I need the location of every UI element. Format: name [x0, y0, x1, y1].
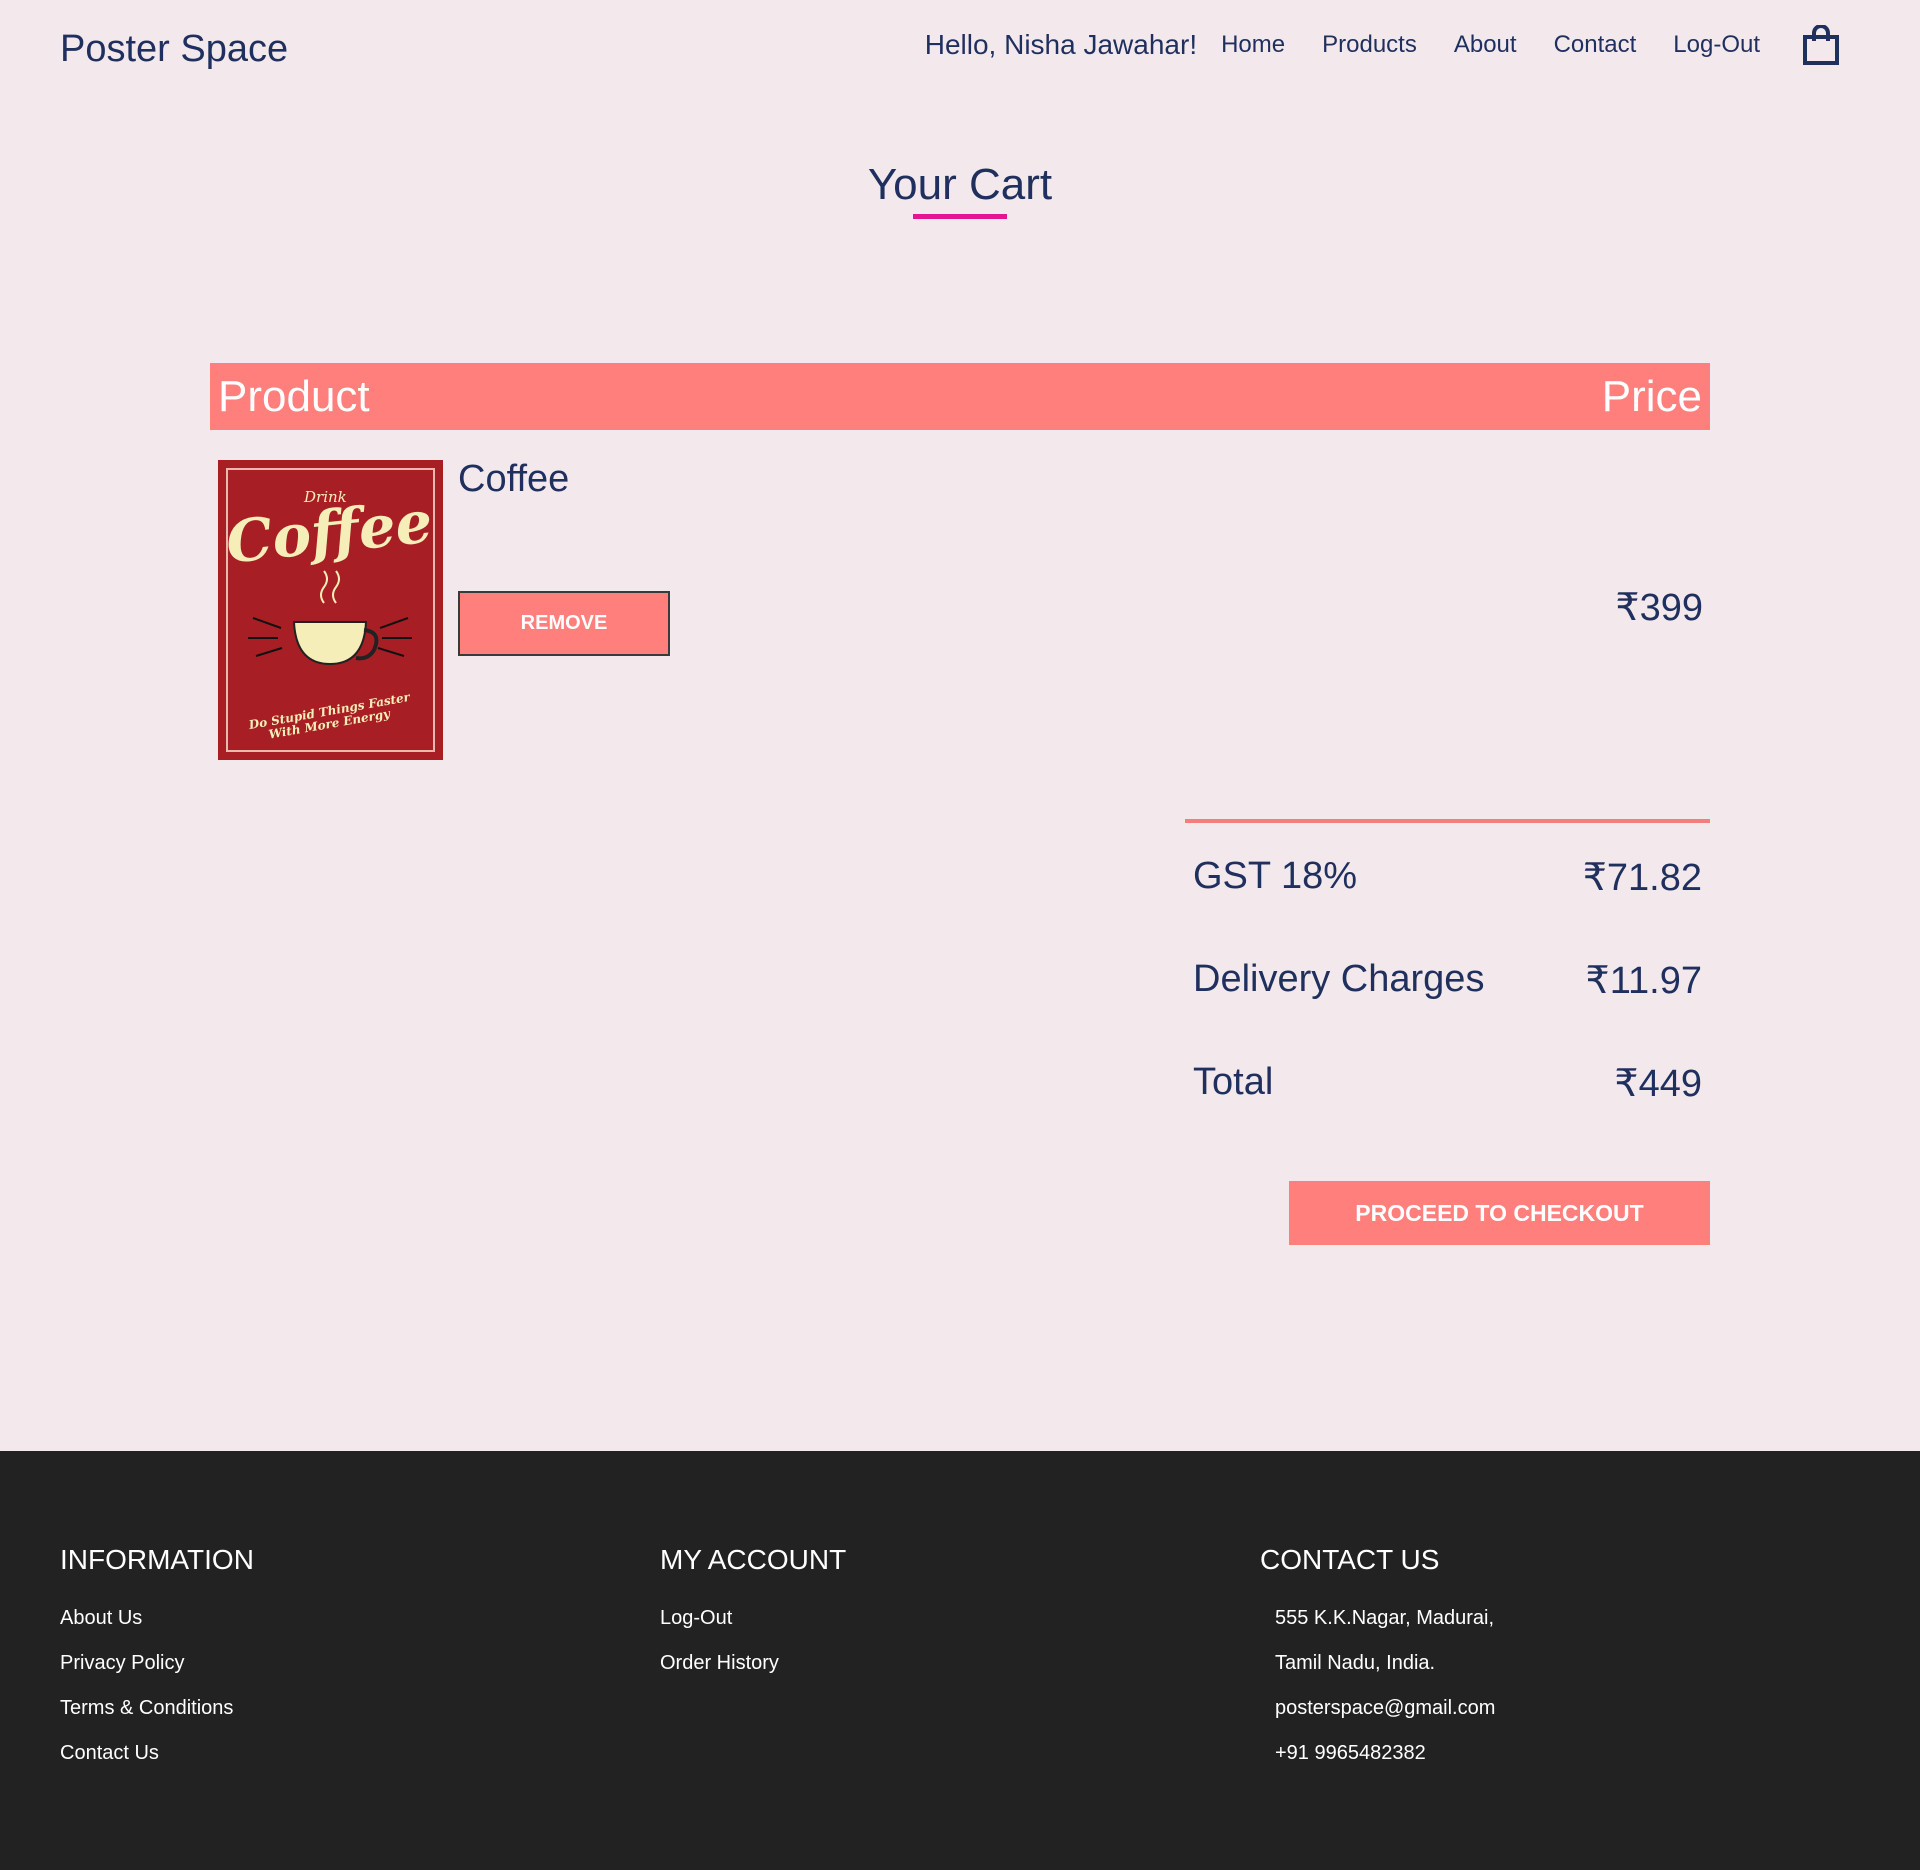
column-header-product: Product [218, 372, 370, 421]
footer-link-privacy-policy[interactable]: Privacy Policy [60, 1651, 254, 1696]
total-label: Total [1193, 1061, 1274, 1103]
footer-link-logout[interactable]: Log-Out [660, 1606, 846, 1651]
footer-link-terms[interactable]: Terms & Conditions [60, 1696, 254, 1741]
site-header: Poster Space Hello, Nisha Jawahar! Home … [0, 0, 1920, 100]
nav-contact[interactable]: Contact [1554, 31, 1637, 59]
cart-table-header: Product Price [210, 363, 1710, 430]
page-title: Your Cart [867, 160, 1053, 209]
proceed-to-checkout-button[interactable]: PROCEED TO CHECKOUT [1289, 1181, 1710, 1245]
remove-button[interactable]: REMOVE [458, 591, 670, 656]
delivery-value: ₹11.97 [1585, 960, 1702, 1002]
gst-label: GST 18% [1193, 855, 1358, 897]
gst-value: ₹71.82 [1582, 857, 1702, 899]
footer-heading-information: INFORMATION [60, 1544, 254, 1575]
delivery-row: Delivery Charges ₹11.97 [1193, 958, 1702, 1003]
footer-address-line-2: Tamil Nadu, India. [1275, 1652, 1436, 1674]
nav-products[interactable]: Products [1322, 31, 1417, 59]
footer-heading-account: MY ACCOUNT [660, 1544, 847, 1575]
gst-row: GST 18% ₹71.82 [1193, 855, 1702, 900]
footer-heading-contact: CONTACT US [1260, 1544, 1440, 1575]
site-footer: INFORMATION About Us Privacy Policy Term… [0, 1451, 1920, 1870]
summary-divider [1185, 819, 1710, 823]
brand-logo[interactable]: Poster Space [60, 28, 288, 71]
footer-phone: +91 9965482382 [1275, 1742, 1426, 1764]
column-header-price: Price [1601, 372, 1702, 421]
nav-home[interactable]: Home [1221, 31, 1285, 59]
cart-item-name[interactable]: Coffee [458, 458, 569, 501]
footer-my-account: MY ACCOUNT Log-Out Order History [660, 1544, 846, 1696]
user-greeting: Hello, Nisha Jawahar! [924, 29, 1198, 60]
footer-link-about-us[interactable]: About Us [60, 1606, 254, 1651]
main-nav: Hello, Nisha Jawahar! Home Products Abou… [924, 24, 1840, 65]
nav-logout[interactable]: Log-Out [1673, 31, 1760, 59]
delivery-label: Delivery Charges [1193, 958, 1485, 1000]
footer-email: posterspace@gmail.com [1275, 1697, 1496, 1719]
shopping-bag-icon[interactable] [1802, 24, 1840, 65]
nav-about[interactable]: About [1454, 31, 1517, 59]
total-value: ₹449 [1614, 1063, 1702, 1105]
footer-link-contact-us[interactable]: Contact Us [60, 1741, 254, 1786]
title-underline [913, 214, 1007, 219]
cart-item-price: ₹399 [1615, 587, 1703, 629]
footer-contact: CONTACT US 555 K.K.Nagar, Madurai, Tamil… [1260, 1544, 1495, 1786]
footer-information: INFORMATION About Us Privacy Policy Term… [60, 1544, 254, 1786]
footer-address-line-1: 555 K.K.Nagar, Madurai, [1275, 1607, 1495, 1629]
total-row: Total ₹449 [1193, 1061, 1702, 1106]
footer-link-order-history[interactable]: Order History [660, 1651, 846, 1696]
product-image: Drink Coffee Do Stupid Things Faster Wit… [218, 460, 443, 760]
